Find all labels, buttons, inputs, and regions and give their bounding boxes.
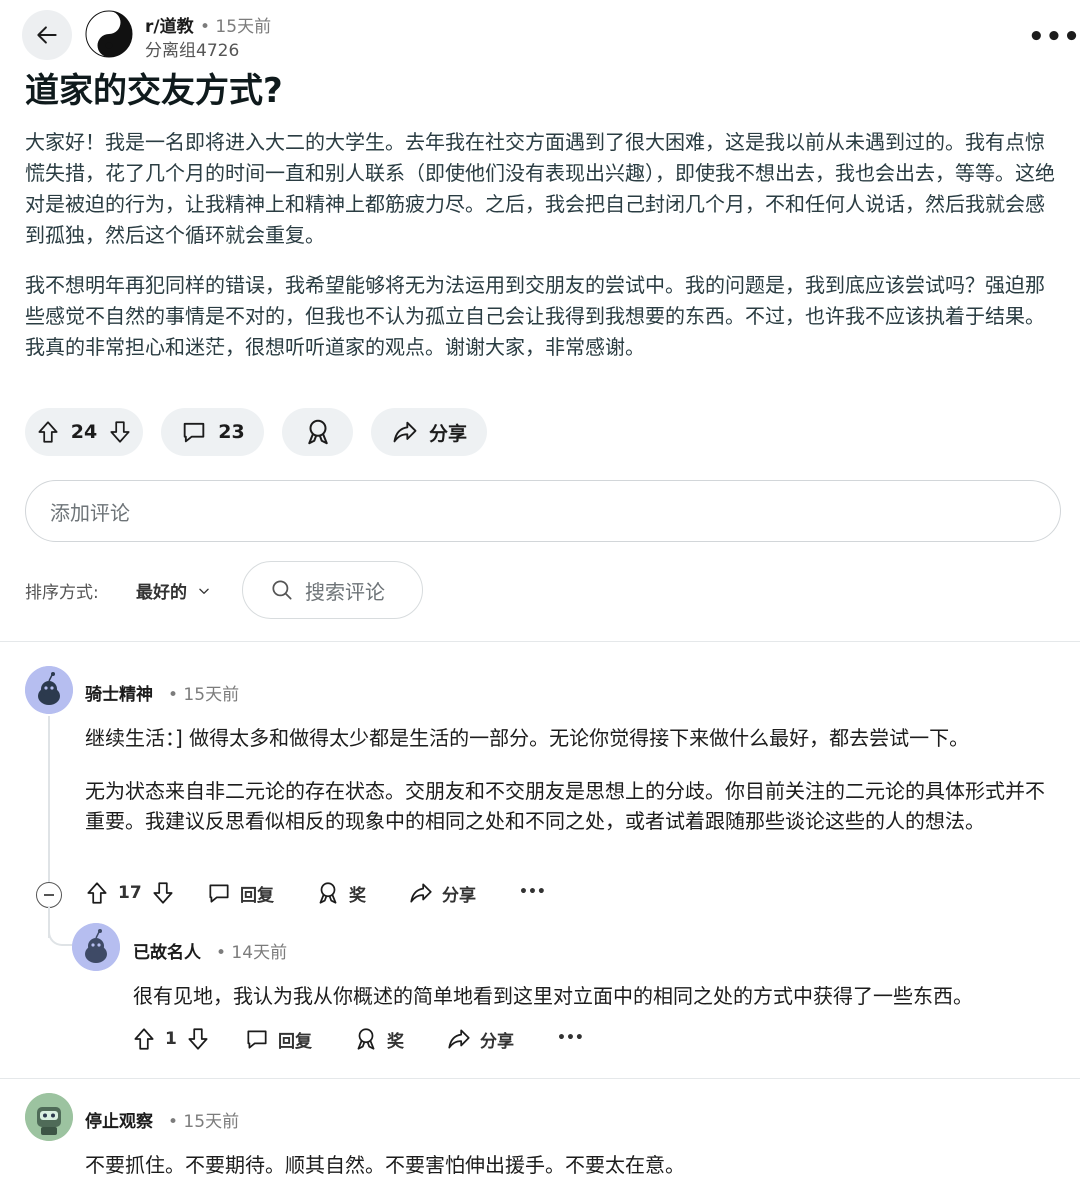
comment-paragraph: 无为状态来自非二元论的存在状态。交朋友和不交朋友是思想上的分歧。你目前关注的二元… (85, 779, 1045, 833)
comment-vote-count: 1 (165, 1029, 177, 1049)
post-paragraph: 大家好！我是一名即将进入大二的大学生。去年我在社交方面遇到了很大困难，这是我以前… (25, 130, 1055, 247)
award-label: 奖 (387, 1031, 404, 1052)
reply-connector (48, 906, 72, 946)
comments-button[interactable]: 23 (161, 408, 264, 456)
comment-time: • 14天前 (216, 943, 288, 963)
award-button[interactable]: 奖 (353, 1026, 404, 1052)
post-body: 大家好！我是一名即将进入大二的大学生。去年我在社交方面遇到了很大困难，这是我以前… (25, 127, 1060, 382)
award-button[interactable] (282, 408, 353, 456)
award-label: 奖 (349, 885, 366, 906)
comment-username[interactable]: 骑士精神 (85, 680, 153, 705)
comment-paragraph: 继续生活：] 做得太多和做得太少都是生活的一部分。无论你觉得接下来做什么最好，都… (85, 726, 970, 750)
comment-paragraph: 不要抓住。不要期待。顺其自然。不要害怕伸出援手。不要太在意。 (85, 1153, 685, 1177)
share-icon (446, 1026, 472, 1052)
share-button[interactable]: 分享 (371, 408, 487, 456)
robot-avatar-icon (25, 1093, 73, 1141)
downvote-icon[interactable] (107, 419, 133, 445)
comment-vote-control: 1 (131, 1026, 211, 1052)
downvote-icon[interactable] (185, 1026, 211, 1052)
comment-body: 不要抓住。不要期待。顺其自然。不要害怕伸出援手。不要太在意。 (85, 1150, 1055, 1183)
sort-label: 排序方式: (25, 583, 99, 603)
search-icon (269, 577, 295, 603)
share-icon (408, 880, 434, 906)
comment-icon (180, 418, 208, 446)
post-time: • 15天前 (200, 17, 272, 37)
sort-dropdown[interactable]: 最好的 (136, 578, 211, 603)
comment-count: 23 (218, 421, 245, 443)
divider (0, 641, 1080, 642)
share-button[interactable]: 分享 (408, 880, 476, 906)
divider (0, 1078, 1080, 1079)
more-options-button[interactable]: ••• (1028, 22, 1080, 52)
comment-icon (244, 1026, 270, 1052)
comment-time: • 15天前 (168, 1112, 240, 1132)
share-icon (391, 418, 419, 446)
yin-yang-icon[interactable] (85, 10, 133, 58)
upvote-icon[interactable] (35, 419, 61, 445)
comment-body: 继续生活：] 做得太多和做得太少都是生活的一部分。无论你觉得接下来做什么最好，都… (85, 723, 1055, 859)
upvote-icon[interactable] (131, 1026, 157, 1052)
share-label: 分享 (480, 1031, 514, 1052)
snoo-icon (72, 923, 120, 971)
award-icon (315, 880, 341, 906)
search-comments-placeholder: 搜索评论 (305, 579, 385, 604)
chevron-down-icon (197, 584, 211, 598)
share-label: 分享 (442, 885, 476, 906)
avatar[interactable] (72, 923, 120, 971)
comment-vote-count: 17 (118, 883, 142, 903)
reply-label: 回复 (278, 1031, 312, 1052)
vote-control: 24 (25, 408, 143, 456)
award-icon (303, 417, 333, 447)
downvote-icon[interactable] (150, 880, 176, 906)
search-comments-input[interactable]: 搜索评论 (242, 561, 423, 619)
add-comment-input[interactable]: 添加评论 (25, 480, 1061, 542)
add-comment-placeholder: 添加评论 (50, 500, 130, 525)
share-button[interactable]: 分享 (446, 1026, 514, 1052)
vote-count: 24 (70, 421, 98, 443)
more-options-button[interactable]: ••• (519, 884, 546, 900)
comment-vote-control: 17 (84, 880, 176, 906)
comment-username[interactable]: 已故名人 (133, 938, 201, 963)
snoo-icon (25, 666, 73, 714)
post-title: 道家的交友方式? (25, 71, 283, 111)
subreddit-name[interactable]: r/道教 (145, 12, 194, 37)
comment-icon (206, 880, 232, 906)
upvote-icon[interactable] (84, 880, 110, 906)
share-label: 分享 (428, 422, 467, 445)
collapse-thread-button[interactable] (36, 882, 62, 908)
back-button[interactable] (22, 10, 72, 60)
comment-time: • 15天前 (168, 685, 240, 705)
reply-label: 回复 (240, 885, 274, 906)
reply-button[interactable]: 回复 (244, 1026, 312, 1052)
sort-value: 最好的 (136, 583, 187, 603)
thread-line (48, 716, 50, 882)
award-icon (353, 1026, 379, 1052)
more-options-button[interactable]: ••• (557, 1030, 584, 1046)
award-button[interactable]: 奖 (315, 880, 366, 906)
avatar[interactable] (25, 666, 73, 714)
post-author[interactable]: 分离组4726 (145, 36, 239, 61)
arrow-left-icon (34, 22, 60, 48)
comment-paragraph: 很有见地，我认为我从你概述的简单地看到这里对立面中的相同之处的方式中获得了一些东… (133, 984, 973, 1008)
reply-button[interactable]: 回复 (206, 880, 274, 906)
comment-username[interactable]: 停止观察 (85, 1107, 153, 1132)
post-paragraph: 我不想明年再犯同样的错误，我希望能够将无为法运用到交朋友的尝试中。我的问题是，我… (25, 273, 1045, 359)
avatar[interactable] (25, 1093, 73, 1141)
